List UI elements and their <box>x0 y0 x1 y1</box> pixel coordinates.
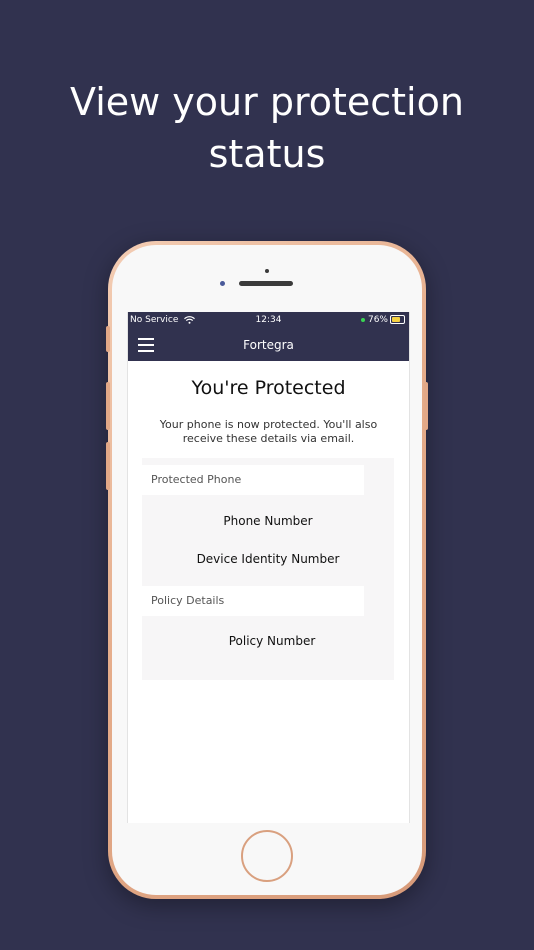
headline-line-2: status <box>208 132 326 176</box>
app-title: Fortegra <box>243 338 294 352</box>
headline-line-1: View your protection <box>70 80 464 124</box>
earpiece-speaker <box>239 281 293 286</box>
app-nav-bar: Fortegra <box>128 329 409 361</box>
volume-down-button <box>106 442 110 490</box>
battery-icon <box>390 315 405 324</box>
intro-text: Your phone is now protected. You'll also… <box>159 418 378 445</box>
field-device-identity-number: Device Identity Number <box>196 552 340 566</box>
section-header-policy-details: Policy Details <box>142 586 364 616</box>
power-button <box>424 382 428 430</box>
battery-percent: 76% <box>367 315 388 325</box>
status-bar: No Service 12:34 76% <box>128 312 409 329</box>
volume-up-button <box>106 382 110 430</box>
page-title: You're Protected <box>191 377 346 399</box>
mute-switch <box>106 326 110 352</box>
field-phone-number: Phone Number <box>223 514 313 528</box>
home-button[interactable] <box>241 830 293 882</box>
status-battery-group: 76% <box>360 312 405 329</box>
field-policy-number: Policy Number <box>228 634 316 648</box>
front-camera-icon <box>220 281 225 286</box>
protection-details-card: Protected Phone Phone Number Device Iden… <box>142 458 394 680</box>
phone-screen: No Service 12:34 76% Fortegra You're Pro… <box>127 312 410 823</box>
marketing-headline: View your protection status <box>0 76 534 180</box>
section-header-protected-phone: Protected Phone <box>142 465 364 495</box>
proximity-sensor <box>265 269 269 273</box>
recording-dot-icon <box>360 317 365 322</box>
